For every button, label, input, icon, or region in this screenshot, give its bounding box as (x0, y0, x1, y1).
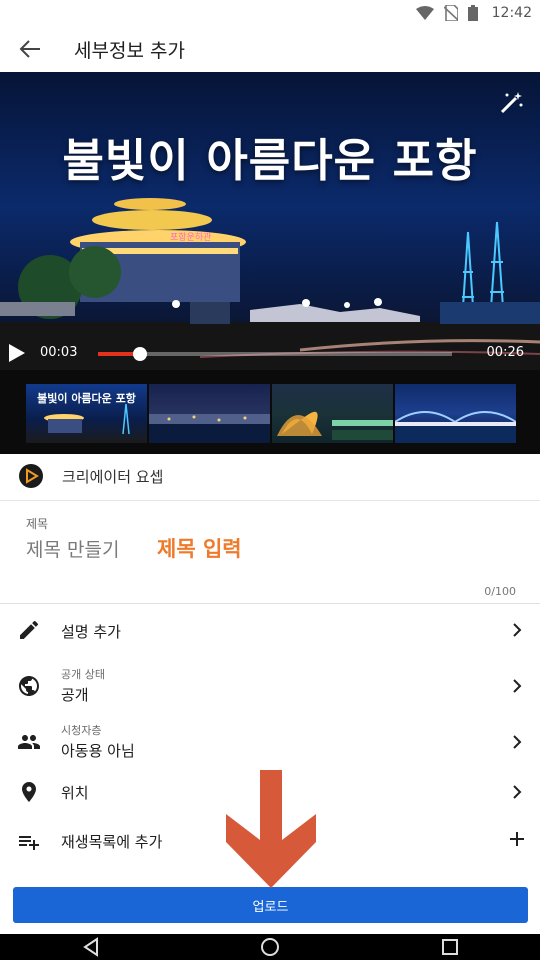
people-icon (18, 735, 40, 749)
nav-recents-icon[interactable] (439, 937, 461, 957)
channel-row: 크리에이터 요셉 (0, 454, 540, 500)
status-bar: 12:42 (0, 0, 540, 26)
status-time: 12:42 (491, 5, 532, 21)
title-input[interactable]: 제목 만들기 (26, 535, 119, 562)
svg-text:포항운하관: 포항운하관 (170, 232, 211, 243)
video-frame-scene: 포항운하관 (0, 198, 540, 370)
title-char-counter: 0/100 (484, 585, 516, 598)
magic-wand-icon (500, 92, 523, 114)
down-arrow-annotation-icon (226, 770, 316, 888)
title-label: 제목 (26, 517, 49, 531)
chevron-right-icon (513, 623, 522, 637)
arrow-back-icon (19, 40, 40, 58)
title-card[interactable]: 제목 제목 만들기 제목 입력 0/100 (0, 500, 540, 604)
upload-button[interactable]: 업로드 (13, 887, 528, 923)
channel-avatar (19, 464, 43, 488)
system-nav-bar (0, 934, 540, 960)
setting-label: 설명 추가 (61, 623, 121, 641)
video-preview[interactable]: 포항운하관 불빛이 아름다운 포항 00:03 00:26 (0, 72, 540, 370)
thumbnail-3[interactable] (272, 384, 393, 443)
thumbnail-2[interactable] (149, 384, 270, 443)
no-sim-icon (443, 5, 458, 21)
title-annotation: 제목 입력 (157, 537, 242, 561)
setting-visibility[interactable]: 공개 상태 공개 (0, 660, 540, 716)
play-icon[interactable] (9, 344, 25, 362)
current-time: 00:03 (40, 345, 78, 360)
plus-icon (510, 832, 524, 846)
progress-knob[interactable] (133, 347, 148, 361)
total-time: 00:26 (486, 345, 524, 360)
pencil-icon (20, 620, 39, 639)
page-title: 세부정보 추가 (74, 40, 185, 62)
status-icons: 12:42 (415, 4, 532, 22)
setting-value: 아동용 아님 (61, 742, 135, 760)
back-button[interactable] (14, 34, 46, 64)
chevron-right-icon (513, 785, 522, 799)
thumbnail-strip: 불빛이 아름다운 포항 (0, 370, 540, 454)
location-pin-icon (22, 782, 36, 802)
playlist-add-icon (19, 836, 39, 850)
battery-icon (467, 5, 478, 21)
thumbnail-1[interactable]: 불빛이 아름다운 포항 (26, 384, 147, 443)
nav-back-icon[interactable] (81, 937, 103, 957)
setting-add-description[interactable]: 설명 추가 (0, 604, 540, 660)
setting-label: 위치 (61, 784, 89, 802)
wifi-icon (415, 6, 434, 20)
play-logo-icon (26, 468, 39, 484)
setting-value: 공개 (61, 686, 89, 704)
player-controls: 00:03 00:26 (0, 336, 540, 370)
channel-name: 크리에이터 요셉 (62, 468, 164, 486)
setting-label: 재생목록에 추가 (61, 833, 163, 851)
setting-sublabel: 시청자층 (61, 724, 102, 737)
setting-sublabel: 공개 상태 (61, 668, 105, 681)
chevron-right-icon (513, 735, 522, 749)
nav-home-icon[interactable] (259, 937, 281, 957)
thumbnail-4[interactable] (395, 384, 516, 443)
chevron-right-icon (513, 679, 522, 693)
video-overlay-title: 불빛이 아름다운 포항 (62, 134, 478, 187)
progress-slider[interactable] (98, 347, 452, 361)
app-bar: 세부정보 추가 (0, 26, 540, 72)
magic-wand-button[interactable] (498, 90, 524, 116)
globe-icon (19, 676, 39, 696)
